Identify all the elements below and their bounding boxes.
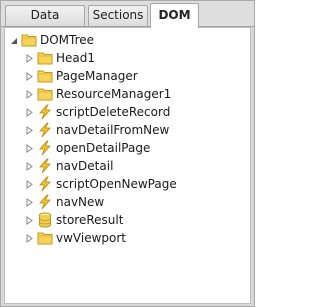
lightning-icon bbox=[37, 140, 53, 156]
tree-node-root[interactable]: DOMTree bbox=[8, 31, 94, 49]
tree-node[interactable]: openDetailPage bbox=[24, 139, 150, 157]
tree-node[interactable]: navNew bbox=[24, 193, 104, 211]
tree-node-label: DOMTree bbox=[40, 33, 95, 47]
expand-triangle-icon[interactable] bbox=[24, 193, 34, 211]
tree-node-label: scriptOpenNewPage bbox=[56, 177, 177, 191]
tree-node[interactable]: ResourceManager1 bbox=[24, 85, 171, 103]
tree-node[interactable]: vwViewport bbox=[24, 229, 126, 247]
tree-node-label: navDetailFromNew bbox=[56, 123, 170, 137]
dom-panel: Data Sources Sections DOM DOMTree Head1 P… bbox=[0, 0, 255, 307]
tree-node-label: vwViewport bbox=[56, 231, 126, 245]
expand-triangle-icon[interactable] bbox=[24, 121, 34, 139]
folder-icon bbox=[37, 230, 53, 246]
tree-node-label: openDetailPage bbox=[56, 141, 151, 155]
lightning-icon bbox=[37, 122, 53, 138]
folder-icon bbox=[37, 68, 53, 84]
tree-node[interactable]: scriptDeleteRecord bbox=[24, 103, 170, 121]
tree-node-label: Head1 bbox=[56, 51, 96, 65]
tree-node[interactable]: scriptOpenNewPage bbox=[24, 175, 177, 193]
dom-tree-container: DOMTree Head1 PageManager ResourceManager1… bbox=[4, 27, 251, 304]
tree-node[interactable]: navDetail bbox=[24, 157, 113, 175]
tab-data-sources[interactable]: Data Sources bbox=[5, 5, 85, 41]
tree-node[interactable]: Head1 bbox=[24, 49, 95, 67]
tab-sections[interactable]: Sections bbox=[88, 5, 148, 26]
tree-node[interactable]: navDetailFromNew bbox=[24, 121, 169, 139]
expand-triangle-icon[interactable] bbox=[24, 67, 34, 85]
tree-node-label: PageManager bbox=[56, 69, 138, 83]
tree-node-label: ResourceManager1 bbox=[56, 87, 172, 101]
tree-node[interactable]: PageManager bbox=[24, 67, 138, 85]
expand-triangle-icon[interactable] bbox=[24, 211, 34, 229]
database-icon bbox=[37, 212, 53, 228]
expand-triangle-icon[interactable] bbox=[24, 85, 34, 103]
tab-dom[interactable]: DOM bbox=[150, 3, 199, 28]
tree-node-label: scriptDeleteRecord bbox=[56, 105, 171, 119]
collapse-triangle-icon[interactable] bbox=[8, 31, 18, 49]
folder-icon bbox=[21, 32, 37, 48]
lightning-icon bbox=[37, 104, 53, 120]
lightning-icon bbox=[37, 194, 53, 210]
tree-node-label: storeResult bbox=[56, 213, 124, 227]
folder-icon bbox=[37, 50, 53, 66]
tree-node-label: navDetail bbox=[56, 159, 114, 173]
tab-strip: Data Sources Sections DOM bbox=[1, 1, 254, 41]
expand-triangle-icon[interactable] bbox=[24, 139, 34, 157]
tree-node-label: navNew bbox=[56, 195, 105, 209]
expand-triangle-icon[interactable] bbox=[24, 175, 34, 193]
lightning-icon bbox=[37, 158, 53, 174]
folder-icon bbox=[37, 86, 53, 102]
expand-triangle-icon[interactable] bbox=[24, 157, 34, 175]
tree-node[interactable]: storeResult bbox=[24, 211, 123, 229]
lightning-icon bbox=[37, 176, 53, 192]
expand-triangle-icon[interactable] bbox=[24, 49, 34, 67]
expand-triangle-icon[interactable] bbox=[24, 229, 34, 247]
expand-triangle-icon[interactable] bbox=[24, 103, 34, 121]
